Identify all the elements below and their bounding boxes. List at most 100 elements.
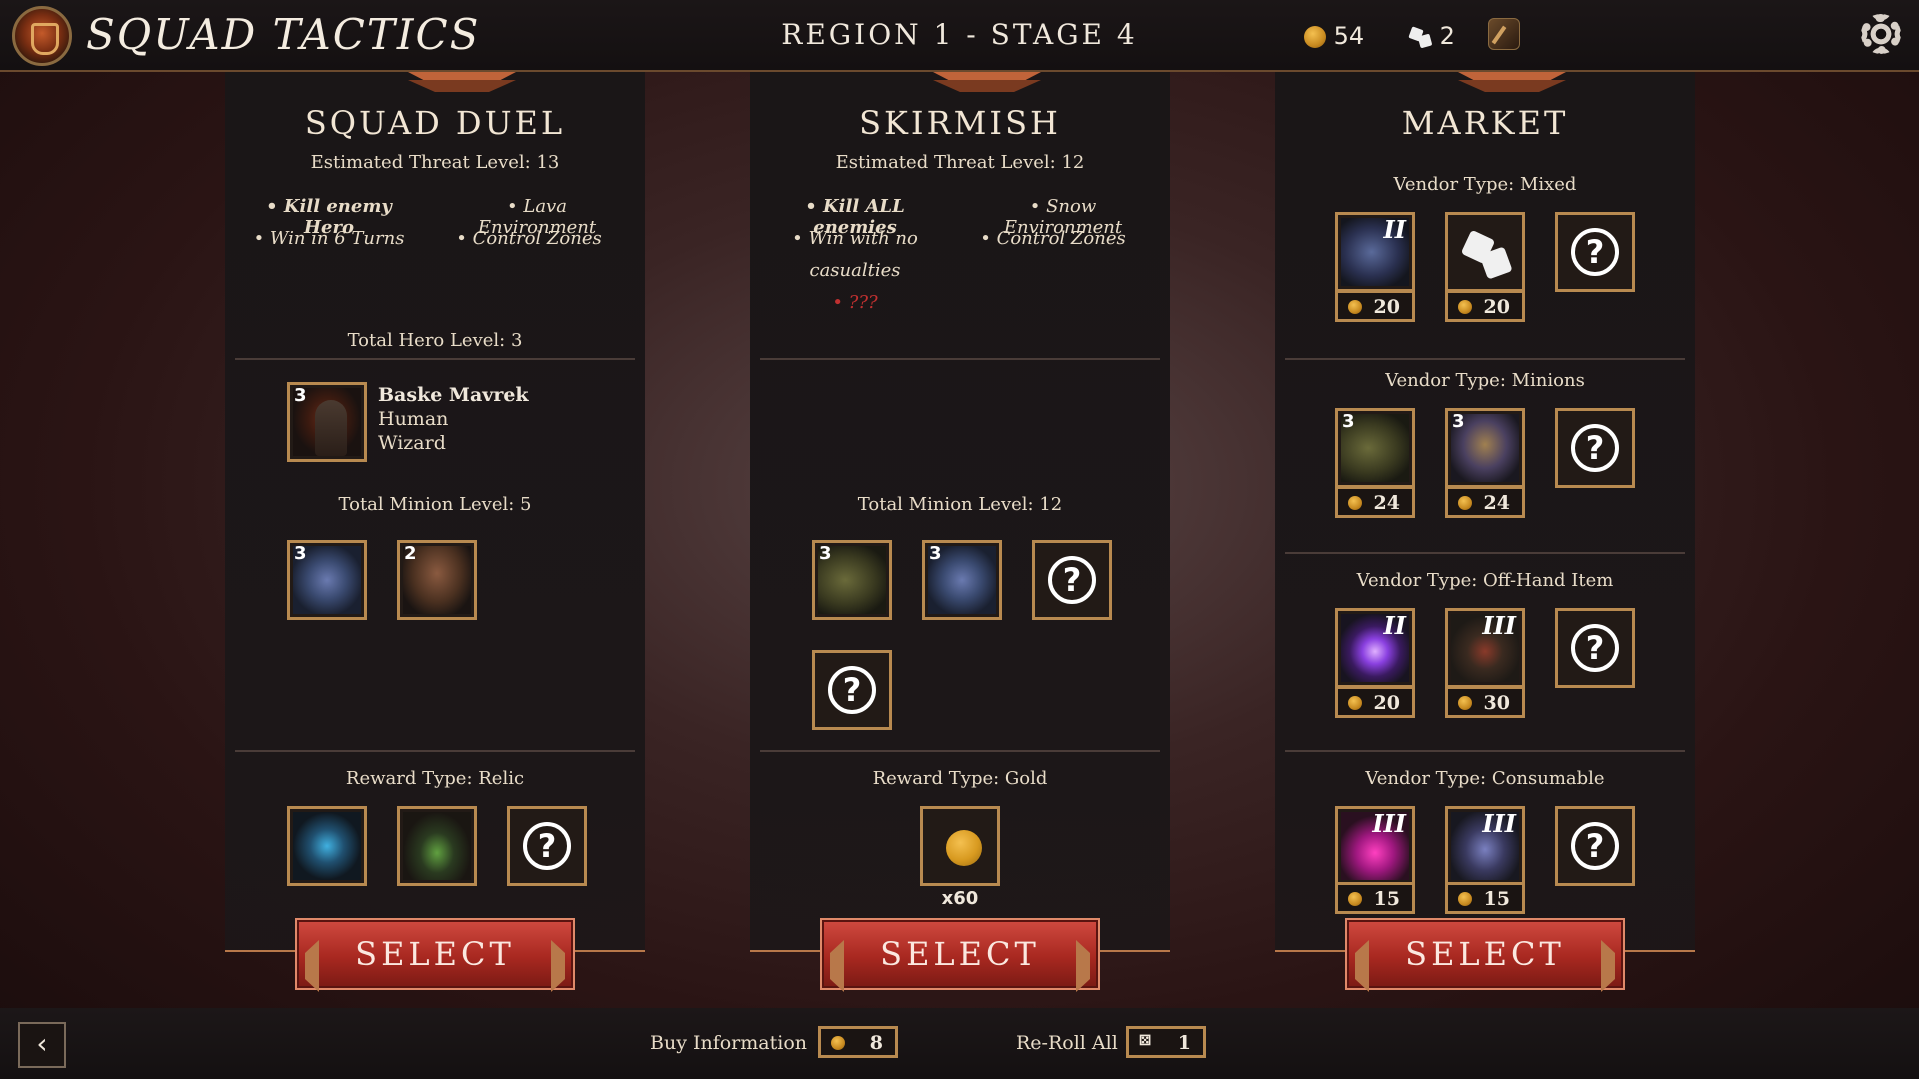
gold-coin-icon bbox=[1458, 496, 1472, 510]
gold-coin-icon bbox=[926, 812, 994, 880]
price-tag: 24 bbox=[1335, 486, 1415, 518]
unknown-icon: ? bbox=[1571, 424, 1619, 472]
market-item[interactable]: 3 bbox=[1445, 408, 1525, 488]
top-bar: SQUAD TACTICS REGION 1 - STAGE 4 54 2 bbox=[0, 0, 1919, 72]
squad-duel-panel: SQUAD DUEL Estimated Threat Level: 13 • … bbox=[225, 72, 645, 952]
stage-title: REGION 1 - STAGE 4 bbox=[781, 18, 1138, 51]
minion-slot[interactable]: ? bbox=[812, 650, 892, 730]
market-item[interactable]: ? bbox=[1555, 608, 1635, 688]
divider bbox=[235, 750, 635, 752]
market-item[interactable]: III bbox=[1445, 608, 1525, 688]
market-item[interactable]: ? bbox=[1555, 408, 1635, 488]
chevron-down-icon bbox=[933, 72, 1041, 94]
reward-slot[interactable] bbox=[287, 806, 367, 886]
price-tag: 15 bbox=[1445, 882, 1525, 914]
price-value: 15 bbox=[1373, 888, 1400, 910]
reroll-counter: 2 bbox=[1410, 22, 1455, 50]
threat-level: Estimated Threat Level: 12 bbox=[835, 152, 1085, 173]
minion-level-label: Total Minion Level: 12 bbox=[857, 494, 1063, 515]
price-value: 24 bbox=[1483, 492, 1510, 514]
market-item[interactable]: II bbox=[1335, 608, 1415, 688]
back-button[interactable]: ‹ bbox=[18, 1022, 66, 1068]
price-tag: 24 bbox=[1445, 486, 1525, 518]
reroll-all-button[interactable]: ⚄ 1 bbox=[1126, 1026, 1206, 1058]
minion-level: 3 bbox=[1342, 411, 1355, 432]
gold-coin-icon bbox=[1348, 696, 1362, 710]
tier-badge: III bbox=[1482, 809, 1516, 838]
gold-coin-icon bbox=[1458, 696, 1472, 710]
market-item[interactable]: III bbox=[1335, 806, 1415, 886]
reward-slot[interactable]: ? bbox=[507, 806, 587, 886]
minion-slot[interactable]: 3 bbox=[287, 540, 367, 620]
reroll-amount: 2 bbox=[1439, 22, 1455, 50]
objective: • Win in 6 Turns bbox=[253, 228, 405, 249]
dice-icon bbox=[1451, 218, 1519, 286]
divider bbox=[760, 358, 1160, 360]
market-item[interactable]: II bbox=[1335, 212, 1415, 292]
price-value: 15 bbox=[1483, 888, 1510, 910]
tier-badge: III bbox=[1482, 611, 1516, 640]
price-value: 20 bbox=[1373, 692, 1400, 714]
unknown-icon: ? bbox=[1571, 822, 1619, 870]
price-value: 20 bbox=[1483, 296, 1510, 318]
chevron-down-icon bbox=[1458, 72, 1566, 94]
vendor-type-label: Vendor Type: Minions bbox=[1385, 370, 1585, 391]
objective: • Win with no bbox=[792, 228, 918, 249]
buy-information-label: Buy Information bbox=[650, 1032, 808, 1054]
minion-level: 3 bbox=[929, 543, 942, 564]
reward-slot[interactable] bbox=[397, 806, 477, 886]
select-row-skirmish: SELECT bbox=[750, 914, 1170, 992]
market-item[interactable] bbox=[1445, 212, 1525, 292]
threat-level: Estimated Threat Level: 13 bbox=[310, 152, 560, 173]
divider bbox=[1285, 552, 1685, 554]
price-tag: 30 bbox=[1445, 686, 1525, 718]
unknown-icon: ? bbox=[1571, 624, 1619, 672]
minion-slot[interactable]: 3 bbox=[812, 540, 892, 620]
market-item[interactable]: ? bbox=[1555, 212, 1635, 292]
divider bbox=[760, 750, 1160, 752]
buy-information-cost: 8 bbox=[869, 1032, 883, 1054]
buy-information-button[interactable]: 8 bbox=[818, 1026, 898, 1058]
reward-quantity: x60 bbox=[941, 888, 979, 909]
select-market-button[interactable]: SELECT bbox=[1345, 918, 1625, 992]
market-item[interactable]: III bbox=[1445, 806, 1525, 886]
minion-level-label: Total Minion Level: 5 bbox=[338, 494, 532, 515]
minion-slot[interactable]: 2 bbox=[397, 540, 477, 620]
settings-gear-icon[interactable] bbox=[1861, 14, 1901, 54]
market-item[interactable]: ? bbox=[1555, 806, 1635, 886]
hero-level-label: Total Hero Level: 3 bbox=[347, 330, 523, 351]
panel-title: MARKET bbox=[1401, 104, 1569, 142]
hero-level: 3 bbox=[294, 385, 307, 406]
skirmish-panel: SKIRMISH Estimated Threat Level: 12 • Ki… bbox=[750, 72, 1170, 952]
select-squad-duel-button[interactable]: SELECT bbox=[295, 918, 575, 992]
price-value: 24 bbox=[1373, 492, 1400, 514]
hidden-objective: • ??? bbox=[832, 292, 878, 313]
market-panel: MARKET Vendor Type: Mixed II 20 20 ? Ven… bbox=[1275, 72, 1695, 952]
select-row-market: SELECT bbox=[1275, 914, 1695, 992]
gold-coin-icon bbox=[1458, 300, 1472, 314]
price-value: 20 bbox=[1373, 296, 1400, 318]
panel-title: SQUAD DUEL bbox=[304, 104, 566, 142]
hero-race: Human bbox=[378, 408, 449, 430]
tier-badge: III bbox=[1372, 809, 1406, 838]
select-skirmish-button[interactable]: SELECT bbox=[820, 918, 1100, 992]
hero-slot[interactable]: 3 bbox=[287, 382, 367, 462]
unknown-icon: ? bbox=[1048, 556, 1096, 604]
gold-coin-icon bbox=[1458, 892, 1472, 906]
pendant-relic-icon bbox=[403, 812, 471, 880]
gold-coin-icon bbox=[1348, 892, 1362, 906]
minion-slot[interactable]: 3 bbox=[922, 540, 1002, 620]
dice-icon bbox=[1410, 26, 1432, 48]
minion-slot[interactable]: ? bbox=[1032, 540, 1112, 620]
minion-level: 2 bbox=[404, 543, 417, 564]
inventory-icon[interactable] bbox=[1488, 18, 1520, 50]
market-item[interactable]: 3 bbox=[1335, 408, 1415, 488]
gold-coin-icon bbox=[1304, 26, 1326, 48]
price-value: 30 bbox=[1483, 692, 1510, 714]
price-tag: 20 bbox=[1335, 686, 1415, 718]
reward-slot[interactable] bbox=[920, 806, 1000, 886]
gold-counter: 54 bbox=[1304, 22, 1364, 50]
price-tag: 20 bbox=[1445, 290, 1525, 322]
reroll-all-label: Re-Roll All bbox=[1016, 1032, 1118, 1054]
objective: • Control Zones bbox=[456, 228, 602, 249]
